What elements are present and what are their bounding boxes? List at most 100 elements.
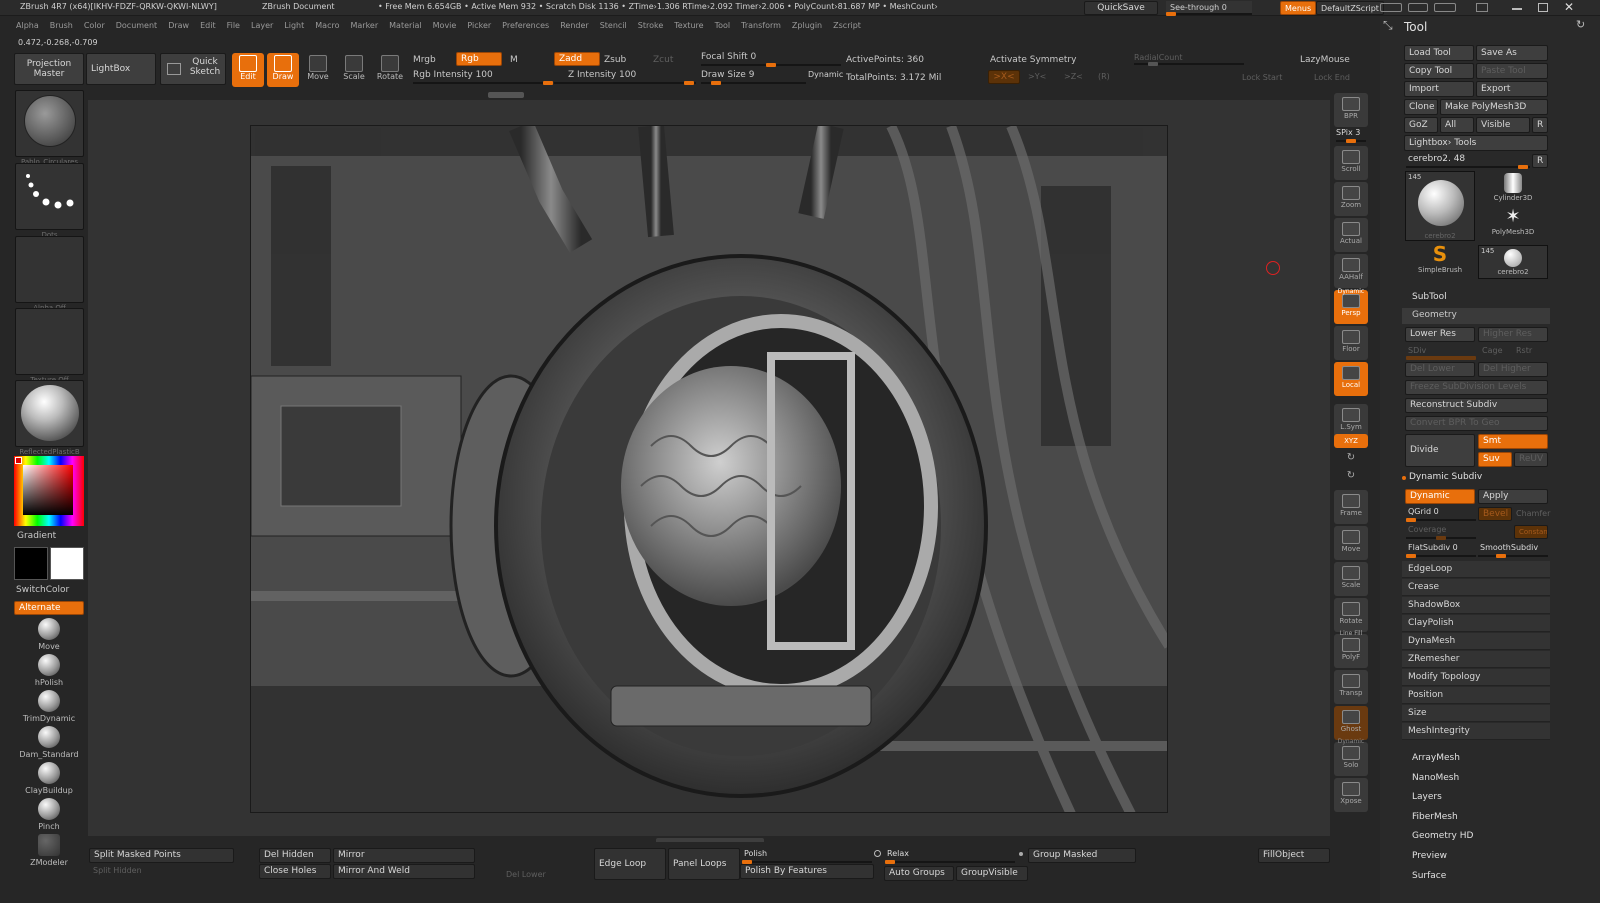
- material-thumbnail[interactable]: ReflectedPlasticB: [15, 380, 84, 456]
- smt-toggle[interactable]: Smt: [1478, 434, 1548, 449]
- symmetry-r-toggle[interactable]: (R): [1098, 72, 1110, 81]
- menu-layer[interactable]: Layer: [251, 21, 273, 30]
- menu-draw[interactable]: Draw: [168, 21, 189, 30]
- polyf-button[interactable]: PolyF: [1334, 634, 1368, 668]
- constant-toggle[interactable]: Constant: [1514, 525, 1548, 539]
- edge-loop-button[interactable]: Edge Loop: [594, 848, 666, 880]
- group-visible-button[interactable]: GroupVisible: [956, 866, 1028, 881]
- symmetry-x-toggle[interactable]: >X<: [988, 70, 1020, 84]
- menu-macro[interactable]: Macro: [315, 21, 339, 30]
- canvas[interactable]: [250, 125, 1168, 813]
- export-button[interactable]: Export: [1476, 81, 1548, 97]
- transp-button[interactable]: Transp: [1334, 670, 1368, 704]
- goz-visible-button[interactable]: Visible: [1476, 117, 1530, 133]
- higher-res-button[interactable]: Higher Res: [1478, 327, 1548, 342]
- menu-stencil[interactable]: Stencil: [600, 21, 627, 30]
- geometry-header[interactable]: Geometry: [1402, 308, 1550, 324]
- brush-zmodeler[interactable]: ZModeler: [13, 834, 85, 867]
- menu-picker[interactable]: Picker: [467, 21, 491, 30]
- bevel-toggle[interactable]: Bevel: [1478, 507, 1512, 521]
- menu-material[interactable]: Material: [389, 21, 422, 30]
- color-picker[interactable]: [14, 456, 84, 526]
- frame-button[interactable]: Frame: [1334, 490, 1368, 524]
- aahalf-button[interactable]: AAHalf: [1334, 254, 1368, 288]
- focal-shift-slider[interactable]: Focal Shift 0: [701, 52, 756, 62]
- lsym-button[interactable]: L.Sym: [1334, 404, 1368, 438]
- reconstruct-subdiv-button[interactable]: Reconstruct Subdiv: [1405, 398, 1548, 413]
- rgb-toggle[interactable]: Rgb: [456, 52, 502, 66]
- section-position[interactable]: Position: [1402, 687, 1550, 704]
- dynamic-subdiv-header[interactable]: Dynamic Subdiv: [1409, 472, 1482, 482]
- group-masked-button[interactable]: Group Masked: [1028, 848, 1136, 863]
- tool-thumb-cerebro2[interactable]: 145 cerebro2: [1405, 171, 1475, 241]
- menu-stroke[interactable]: Stroke: [638, 21, 664, 30]
- tool-panel-drag-icon[interactable]: ⤡: [1383, 18, 1393, 33]
- menu-alpha[interactable]: Alpha: [16, 21, 39, 30]
- lock-icon[interactable]: [1476, 3, 1488, 12]
- menu-file[interactable]: File: [227, 21, 240, 30]
- section-dynamesh[interactable]: DynaMesh: [1402, 633, 1550, 650]
- menu-tool[interactable]: Tool: [715, 21, 731, 30]
- smoothsubdiv-slider[interactable]: SmoothSubdiv: [1480, 543, 1538, 552]
- mirror-and-weld-button[interactable]: Mirror And Weld: [333, 864, 475, 879]
- section-edgeloop[interactable]: EdgeLoop: [1402, 561, 1550, 578]
- subpalette-arraymesh[interactable]: ArrayMesh: [1412, 753, 1460, 763]
- reuv-toggle[interactable]: ReUV: [1514, 452, 1548, 467]
- activate-symmetry-button[interactable]: Activate Symmetry: [990, 55, 1076, 65]
- move-button[interactable]: Move: [302, 53, 334, 87]
- zsub-toggle[interactable]: Zsub: [604, 55, 626, 65]
- relax-radio-icon[interactable]: [874, 850, 881, 857]
- lower-res-button[interactable]: Lower Res: [1405, 327, 1475, 342]
- menu-zscript[interactable]: Zscript: [833, 21, 861, 30]
- tool-thumb-cylinder3d[interactable]: Cylinder3D: [1478, 171, 1548, 207]
- rotate-y-icon[interactable]: ↻: [1345, 470, 1357, 482]
- menu-zplugin[interactable]: Zplugin: [792, 21, 822, 30]
- menu-render[interactable]: Render: [560, 21, 588, 30]
- move-view-button[interactable]: Move: [1334, 526, 1368, 560]
- lazymouse-button[interactable]: LazyMouse: [1300, 55, 1350, 65]
- rotate-view-button[interactable]: Rotate: [1334, 598, 1368, 632]
- quicksave-button[interactable]: QuickSave: [1084, 1, 1158, 15]
- current-tool-slider[interactable]: cerebro2. 48: [1408, 154, 1465, 164]
- solo-button[interactable]: Solo: [1334, 742, 1368, 776]
- stroke-thumbnail[interactable]: Dots: [15, 163, 84, 239]
- xpose-button[interactable]: Xpose: [1334, 778, 1368, 812]
- convert-bpr-button[interactable]: Convert BPR To Geo: [1405, 416, 1548, 431]
- zcut-toggle[interactable]: Zcut: [653, 55, 673, 65]
- close-holes-button[interactable]: Close Holes: [259, 864, 331, 879]
- split-hidden-button[interactable]: Split Hidden: [93, 866, 142, 875]
- bpr-button[interactable]: BPR: [1334, 93, 1368, 127]
- import-button[interactable]: Import: [1404, 81, 1474, 97]
- alpha-thumbnail[interactable]: Alpha Off: [15, 236, 84, 312]
- subpalette-fibermesh[interactable]: FiberMesh: [1412, 812, 1458, 822]
- panel-loops-button[interactable]: Panel Loops: [668, 848, 740, 880]
- tool-panel-refresh-icon[interactable]: ↻: [1576, 18, 1585, 31]
- scale-view-button[interactable]: Scale: [1334, 562, 1368, 596]
- color-picker-square[interactable]: [23, 465, 73, 515]
- menu-light[interactable]: Light: [284, 21, 304, 30]
- lock-end-button[interactable]: Lock End: [1314, 73, 1350, 82]
- copy-tool-button[interactable]: Copy Tool: [1404, 63, 1474, 79]
- section-zremesher[interactable]: ZRemesher: [1402, 651, 1550, 668]
- m-toggle[interactable]: M: [510, 55, 518, 65]
- lock-start-button[interactable]: Lock Start: [1242, 73, 1282, 82]
- section-shadowbox[interactable]: ShadowBox: [1402, 597, 1550, 614]
- actual-button[interactable]: Actual: [1334, 218, 1368, 252]
- menu-document[interactable]: Document: [116, 21, 157, 30]
- subpalette-layers[interactable]: Layers: [1412, 792, 1442, 802]
- close-icon[interactable]: ✕: [1564, 0, 1574, 14]
- make-polymesh-button[interactable]: Make PolyMesh3D: [1440, 99, 1548, 115]
- gradient-toggle[interactable]: Gradient: [17, 531, 56, 541]
- split-masked-button[interactable]: Split Masked Points: [89, 848, 234, 863]
- draw-size-slider[interactable]: Draw Size 9: [701, 70, 754, 80]
- tool-thumb-polymesh3d[interactable]: ✶ PolyMesh3D: [1478, 207, 1548, 243]
- chamfer-toggle[interactable]: Chamfer: [1516, 509, 1550, 518]
- brush-move[interactable]: Move: [13, 618, 85, 651]
- mirror-button[interactable]: Mirror: [333, 848, 475, 863]
- zadd-toggle[interactable]: Zadd: [554, 52, 600, 66]
- main-color-swatch[interactable]: [14, 547, 48, 580]
- current-tool-r-button[interactable]: R: [1532, 154, 1548, 168]
- qgrid-slider[interactable]: QGrid 0: [1408, 507, 1439, 516]
- subtool-section[interactable]: SubTool: [1412, 292, 1447, 302]
- goz-all-button[interactable]: All: [1440, 117, 1474, 133]
